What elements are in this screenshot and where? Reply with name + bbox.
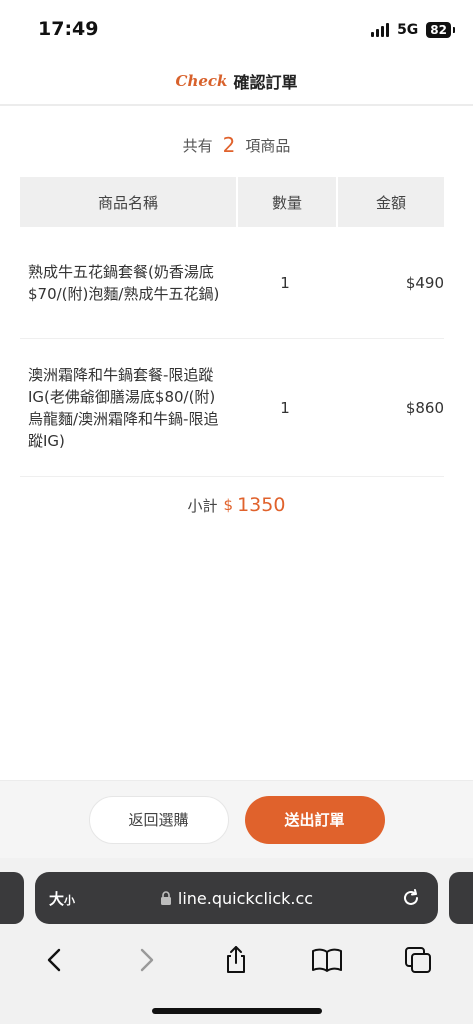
back-to-shopping-button[interactable]: 返回選購: [88, 795, 229, 844]
back-arrow-icon[interactable]: [35, 940, 75, 980]
browser-chrome: 大小 line.quickclick.cc: [0, 858, 473, 1024]
home-indicator: [152, 1008, 322, 1014]
address-bar[interactable]: 大小 line.quickclick.cc: [35, 872, 438, 924]
brand-logo: Check: [175, 72, 228, 90]
browser-toolbar: [0, 938, 473, 982]
status-bar: 17:49 5G 82: [0, 0, 473, 58]
tabs-icon[interactable]: [398, 940, 438, 980]
previous-tab-preview[interactable]: [0, 872, 24, 924]
page-header: Check 確認訂單: [0, 58, 473, 106]
table-header: 商品名稱 數量 金額: [20, 177, 444, 227]
item-count: 共有 2 項商品: [0, 130, 473, 160]
forward-arrow-icon[interactable]: [126, 940, 166, 980]
reload-icon[interactable]: [400, 887, 422, 909]
table-row: 澳洲霜降和牛鍋套餐-限追蹤IG(老佛爺御膳湯底$80/(附)烏龍麵/澳洲霜降和牛…: [20, 339, 444, 477]
subtotal-label: 小計: [187, 496, 218, 515]
status-time: 17:49: [38, 18, 99, 40]
submit-order-button[interactable]: 送出訂單: [244, 795, 385, 844]
share-icon[interactable]: [216, 940, 256, 980]
item-count-number: 2: [222, 133, 236, 157]
item-name: 熟成牛五花鍋套餐(奶香湯底 $70/(附)泡麵/熟成牛五花鍋): [28, 262, 220, 303]
table-row: 熟成牛五花鍋套餐(奶香湯底 $70/(附)泡麵/熟成牛五花鍋) 1 $490: [20, 227, 444, 339]
network-type: 5G: [397, 22, 419, 38]
item-quantity: 1: [280, 273, 290, 292]
bookmarks-icon[interactable]: [307, 940, 347, 980]
page-title: 確認訂單: [233, 73, 298, 92]
column-header-name: 商品名稱: [20, 177, 236, 227]
item-amount: $490: [405, 273, 444, 292]
signal-icon: [371, 23, 390, 37]
battery-icon: 82: [426, 22, 455, 38]
action-bar: 返回選購 送出訂單: [0, 780, 473, 858]
item-amount: $860: [405, 398, 444, 417]
url-display[interactable]: line.quickclick.cc: [35, 889, 438, 908]
item-count-prefix: 共有: [182, 136, 213, 155]
subtotal-currency: $: [223, 496, 234, 514]
text-size-button[interactable]: 大小: [49, 888, 75, 909]
next-tab-preview[interactable]: [449, 872, 473, 924]
text-size-big: 大: [49, 889, 65, 908]
item-name: 澳洲霜降和牛鍋套餐-限追蹤IG(老佛爺御膳湯底$80/(附)烏龍麵/澳洲霜降和牛…: [28, 365, 219, 450]
subtotal-value: 1350: [237, 494, 286, 516]
url-text: line.quickclick.cc: [177, 888, 314, 908]
item-count-suffix: 項商品: [245, 136, 291, 155]
column-header-amount: 金額: [338, 177, 444, 227]
status-indicators: 5G 82: [371, 20, 455, 40]
subtotal: 小計 $ 1350: [0, 490, 473, 520]
text-size-small: 小: [64, 893, 76, 907]
order-table: 商品名稱 數量 金額 熟成牛五花鍋套餐(奶香湯底 $70/(附)泡麵/熟成牛五花…: [20, 177, 444, 477]
column-header-quantity: 數量: [238, 177, 336, 227]
lock-icon: [160, 891, 171, 905]
item-quantity: 1: [280, 398, 290, 417]
